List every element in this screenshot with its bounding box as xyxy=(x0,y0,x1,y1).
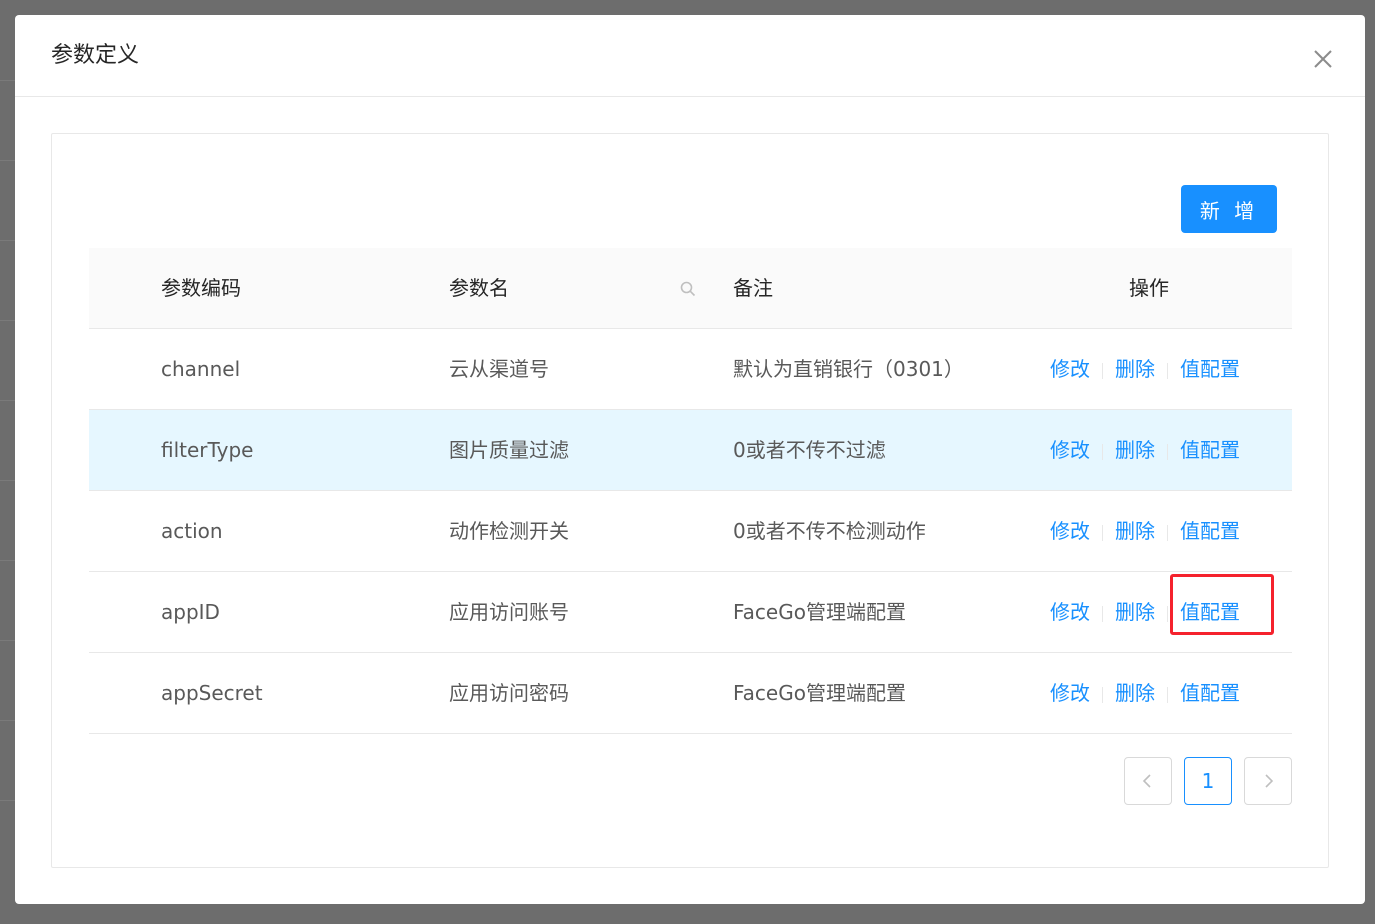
close-button[interactable] xyxy=(1305,41,1341,77)
cell-name: 应用访问账号 xyxy=(449,600,569,624)
edit-link[interactable]: 修改 xyxy=(1050,357,1090,381)
row-actions: 修改 删除 值配置 xyxy=(1050,410,1240,490)
cell-remark: 0或者不传不过滤 xyxy=(733,438,886,462)
next-page-button[interactable] xyxy=(1244,757,1292,805)
row-actions: 修改 删除 值配置 xyxy=(1050,653,1240,733)
divider xyxy=(1167,686,1168,703)
delete-link[interactable]: 删除 xyxy=(1115,519,1155,543)
row-actions: 修改 删除 值配置 xyxy=(1050,491,1240,571)
divider xyxy=(1102,686,1103,703)
delete-link[interactable]: 删除 xyxy=(1115,357,1155,381)
cell-name: 动作检测开关 xyxy=(449,519,569,543)
divider xyxy=(1102,524,1103,541)
divider xyxy=(1167,524,1168,541)
content-panel: 新 增 参数编码 参数名 备注 操作 channel 云从渠道号 默认为直销银行… xyxy=(51,133,1329,868)
cell-code: action xyxy=(161,519,223,543)
table-header: 参数编码 参数名 备注 操作 xyxy=(89,248,1292,329)
cell-code: channel xyxy=(161,357,241,381)
cell-remark: 默认为直销银行（0301） xyxy=(733,357,964,381)
parameter-table: 参数编码 参数名 备注 操作 channel 云从渠道号 默认为直销银行（030… xyxy=(89,248,1292,734)
value-config-link[interactable]: 值配置 xyxy=(1180,681,1240,705)
value-config-link[interactable]: 值配置 xyxy=(1180,519,1240,543)
edit-link[interactable]: 修改 xyxy=(1050,519,1090,543)
cell-code: appSecret xyxy=(161,681,263,705)
divider xyxy=(1102,605,1103,622)
column-header-remark: 备注 xyxy=(733,276,773,300)
cell-name: 云从渠道号 xyxy=(449,357,549,381)
cell-code: appID xyxy=(161,600,220,624)
cell-remark: FaceGo管理端配置 xyxy=(733,681,906,705)
value-config-link[interactable]: 值配置 xyxy=(1180,357,1240,381)
page-number-button[interactable]: 1 xyxy=(1184,757,1232,805)
table-row[interactable]: appID 应用访问账号 FaceGo管理端配置 修改 删除 值配置 xyxy=(89,572,1292,653)
delete-link[interactable]: 删除 xyxy=(1115,600,1155,624)
close-icon xyxy=(1314,50,1332,68)
add-button[interactable]: 新 增 xyxy=(1181,185,1277,233)
dialog-header: 参数定义 xyxy=(15,15,1365,97)
edit-link[interactable]: 修改 xyxy=(1050,681,1090,705)
divider xyxy=(1102,362,1103,379)
cell-remark: FaceGo管理端配置 xyxy=(733,600,906,624)
column-header-code: 参数编码 xyxy=(161,276,241,300)
chevron-left-icon xyxy=(1142,774,1151,788)
table-row[interactable]: filterType 图片质量过滤 0或者不传不过滤 修改 删除 值配置 xyxy=(89,410,1292,491)
cell-name: 应用访问密码 xyxy=(449,681,569,705)
divider xyxy=(1167,443,1168,460)
row-actions: 修改 删除 值配置 xyxy=(1050,572,1240,652)
chevron-right-icon xyxy=(1265,774,1274,788)
delete-link[interactable]: 删除 xyxy=(1115,438,1155,462)
row-actions: 修改 删除 值配置 xyxy=(1050,329,1240,409)
parameter-definition-dialog: 参数定义 新 增 参数编码 参数名 备注 操作 channel 云从渠道号 默认… xyxy=(15,15,1365,904)
prev-page-button[interactable] xyxy=(1124,757,1172,805)
delete-link[interactable]: 删除 xyxy=(1115,681,1155,705)
cell-code: filterType xyxy=(161,438,254,462)
value-config-link[interactable]: 值配置 xyxy=(1180,438,1240,462)
edit-link[interactable]: 修改 xyxy=(1050,600,1090,624)
column-header-name: 参数名 xyxy=(449,276,509,300)
divider xyxy=(1102,443,1103,460)
dialog-title: 参数定义 xyxy=(51,43,140,68)
edit-link[interactable]: 修改 xyxy=(1050,438,1090,462)
table-row[interactable]: appSecret 应用访问密码 FaceGo管理端配置 修改 删除 值配置 xyxy=(89,653,1292,734)
search-icon[interactable] xyxy=(679,280,697,298)
value-config-link[interactable]: 值配置 xyxy=(1180,600,1240,624)
divider xyxy=(1167,362,1168,379)
column-header-actions: 操作 xyxy=(1129,276,1169,300)
cell-name: 图片质量过滤 xyxy=(449,438,569,462)
cell-remark: 0或者不传不检测动作 xyxy=(733,519,926,543)
divider xyxy=(1167,605,1168,622)
table-row[interactable]: action 动作检测开关 0或者不传不检测动作 修改 删除 值配置 xyxy=(89,491,1292,572)
table-row[interactable]: channel 云从渠道号 默认为直销银行（0301） 修改 删除 值配置 xyxy=(89,329,1292,410)
